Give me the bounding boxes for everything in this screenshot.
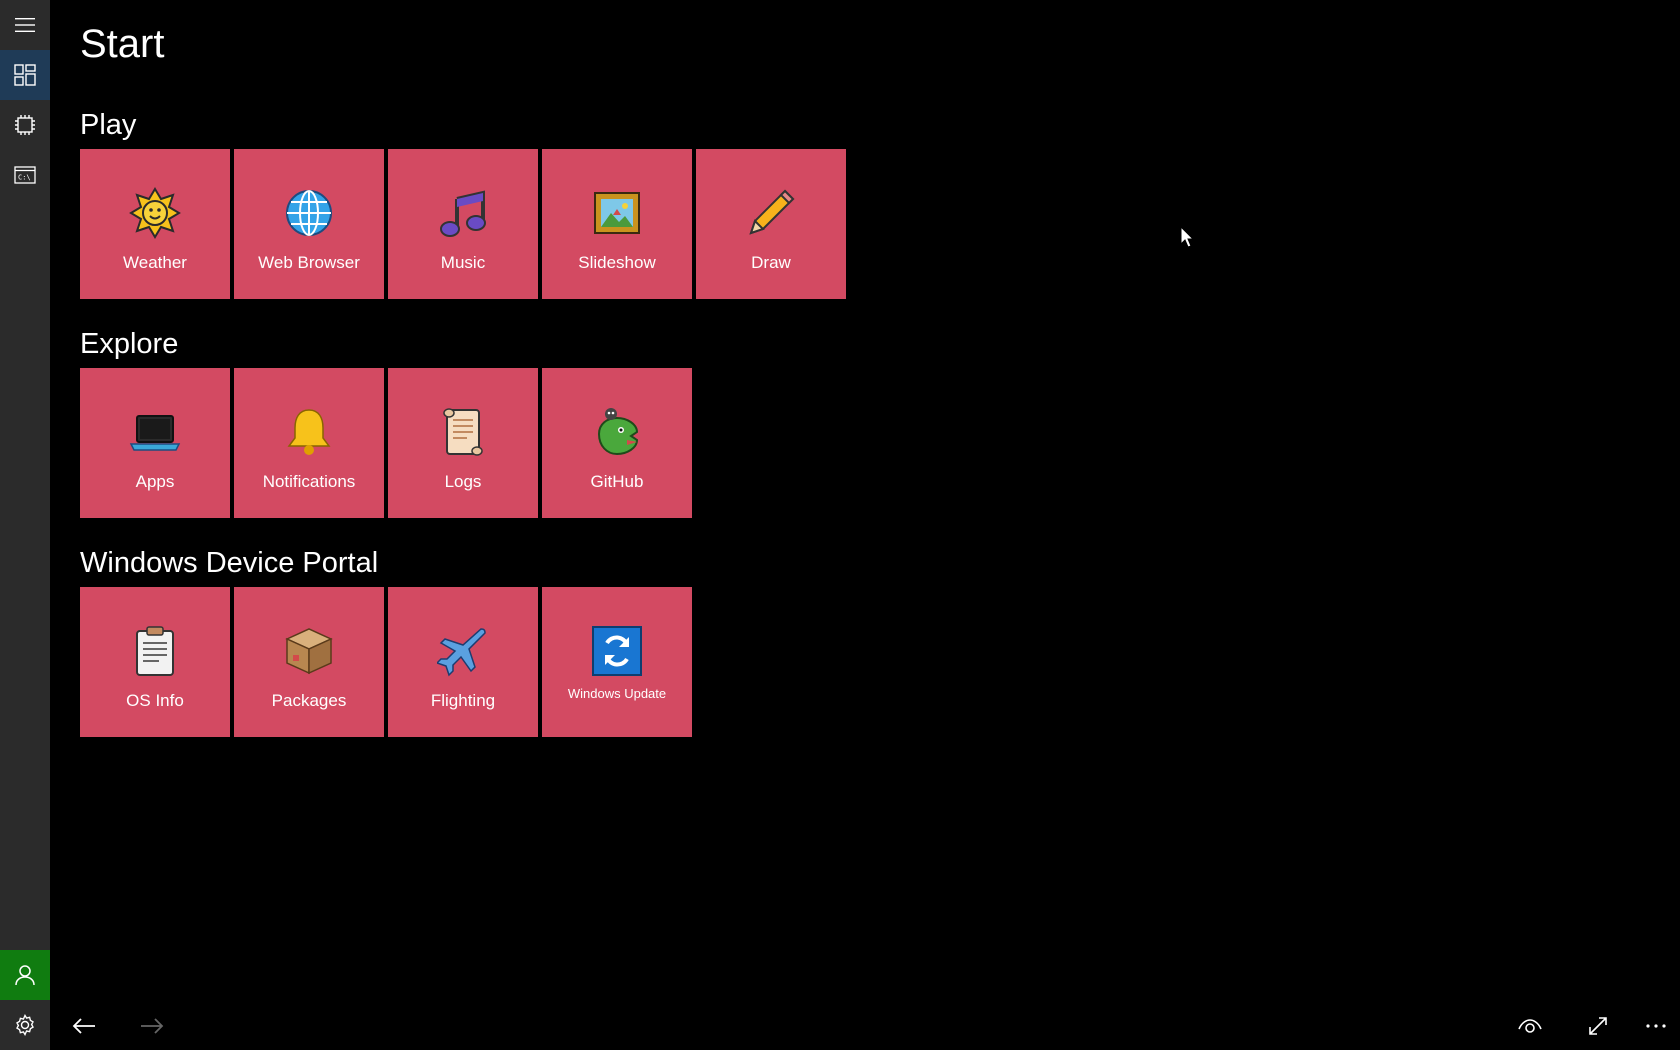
framed-picture-icon xyxy=(594,192,640,234)
tile-label: Draw xyxy=(751,253,791,272)
tile-label: Flighting xyxy=(430,691,496,710)
tile-flighting[interactable]: Flighting xyxy=(388,587,538,737)
music-note-icon xyxy=(440,190,486,237)
command-prompt-icon[interactable]: C:\ xyxy=(0,150,50,200)
back-arrow-icon[interactable] xyxy=(64,1006,104,1046)
sun-face-icon xyxy=(129,187,181,239)
tile-logs[interactable]: Logs xyxy=(388,368,538,518)
tile-music[interactable]: Music xyxy=(388,149,538,299)
tile-label: Logs xyxy=(444,472,482,491)
update-arrows-icon xyxy=(592,626,642,676)
tile-apps[interactable]: Apps xyxy=(80,368,230,518)
tile-slideshow[interactable]: Slideshow xyxy=(542,149,692,299)
tile-os-info[interactable]: OS Info xyxy=(80,587,230,737)
tile-github[interactable]: GitHub xyxy=(542,368,692,518)
tiles-grid-icon[interactable] xyxy=(0,50,50,100)
more-icon[interactable] xyxy=(1636,1006,1676,1046)
chip-icon[interactable] xyxy=(0,100,50,150)
tile-label: Slideshow xyxy=(578,253,656,272)
page-title: Start xyxy=(80,22,165,66)
fullscreen-icon[interactable] xyxy=(1578,1006,1618,1046)
tile-windows-update[interactable]: Windows Update xyxy=(542,587,692,737)
tile-web-browser[interactable]: Web Browser xyxy=(234,149,384,299)
clipboard-icon xyxy=(136,626,174,676)
package-box-icon xyxy=(285,628,333,675)
hamburger-menu-icon[interactable] xyxy=(0,0,50,50)
tile-draw[interactable]: Draw xyxy=(696,149,846,299)
tile-label: Web Browser xyxy=(258,253,360,272)
section-title-windows-device-portal: Windows Device Portal xyxy=(80,547,379,579)
scroll-icon xyxy=(443,408,483,456)
forward-arrow-icon[interactable] xyxy=(132,1006,172,1046)
bell-icon xyxy=(287,409,331,455)
tile-label: Notifications xyxy=(262,472,356,491)
tile-label: Music xyxy=(440,253,486,272)
gear-icon[interactable] xyxy=(0,1000,50,1050)
sidebar: C:\ xyxy=(0,0,50,1050)
tile-label: OS Info xyxy=(126,691,184,710)
section-title-play: Play xyxy=(80,109,137,141)
tile-label: Windows Update xyxy=(567,686,667,701)
svg-text:C:\: C:\ xyxy=(18,174,31,182)
tile-notifications[interactable]: Notifications xyxy=(234,368,384,518)
eye-icon[interactable] xyxy=(1510,1006,1550,1046)
globe-icon xyxy=(286,190,332,236)
octocat-dinosaur-icon xyxy=(597,408,639,456)
mouse-cursor-icon xyxy=(1180,226,1194,248)
laptop-icon xyxy=(129,415,181,451)
tile-label: GitHub xyxy=(590,472,644,491)
tile-label: Packages xyxy=(271,691,347,710)
section-title-explore: Explore xyxy=(80,328,179,360)
tile-weather[interactable]: Weather xyxy=(80,149,230,299)
airplane-icon xyxy=(437,628,486,677)
tile-packages[interactable]: Packages xyxy=(234,587,384,737)
pencil-icon xyxy=(749,189,795,235)
tile-label: Weather xyxy=(123,253,187,272)
user-icon[interactable] xyxy=(0,950,50,1000)
tile-label: Apps xyxy=(135,472,175,491)
